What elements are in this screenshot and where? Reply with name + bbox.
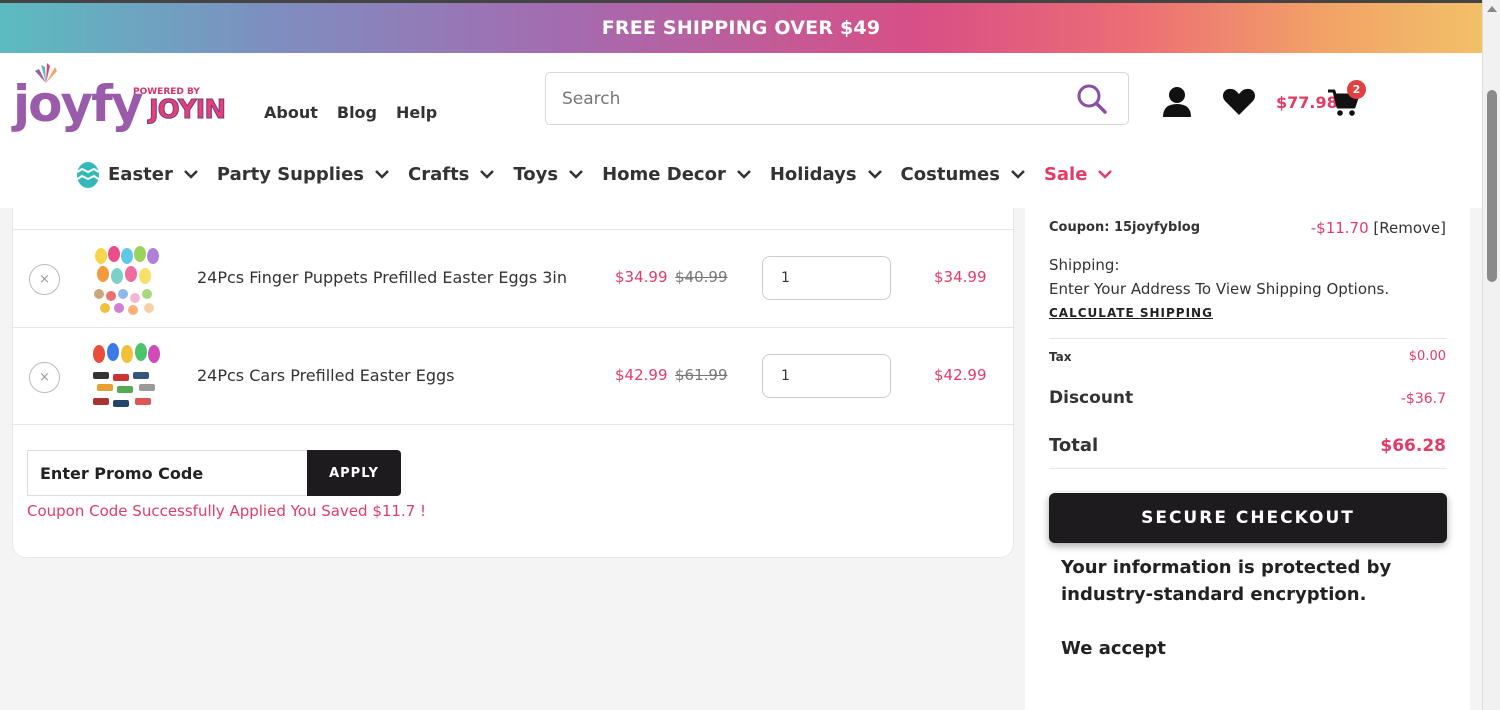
divider: [13, 424, 1013, 425]
page-scrollbar[interactable]: [1482, 0, 1500, 710]
nav-label-easter: Easter: [108, 163, 173, 185]
shipping-label: Shipping:: [1049, 256, 1120, 274]
chevron-down-icon: [1098, 170, 1113, 179]
product-original-price: $40.99: [675, 268, 728, 286]
secure-checkout-button[interactable]: SECURE CHECKOUT: [1049, 493, 1447, 543]
product-original-price: $61.99: [675, 366, 728, 384]
top-links: About Blog Help: [264, 103, 437, 122]
nav-label-party-supplies: Party Supplies: [216, 163, 365, 185]
promo-code-input[interactable]: [27, 450, 307, 496]
chevron-down-icon: [1011, 170, 1025, 179]
wishlist-heart-icon[interactable]: [1222, 88, 1256, 116]
nav-item-toys[interactable]: Toys: [513, 164, 584, 185]
chevron-down-icon: [183, 170, 198, 179]
coupon-amount: -$11.70: [1310, 219, 1369, 237]
search-icon[interactable]: [1076, 83, 1108, 115]
easter-egg-icon: [76, 162, 100, 188]
tax-label: Tax: [1049, 350, 1072, 364]
cart-items-card: × 24Pcs Finger Puppets Prefilled Easter …: [12, 208, 1014, 558]
scrollbar-thumb[interactable]: [1487, 90, 1497, 282]
logo-wordmark: joyfy: [13, 75, 143, 133]
coupon-value: -$11.70 [Remove]: [1311, 219, 1446, 237]
search-input[interactable]: [562, 86, 1062, 112]
nav-item-costumes[interactable]: Costumes: [901, 164, 1026, 185]
link-about[interactable]: About: [264, 103, 318, 122]
site-header: joyfy POWERED BY JOYIN About Blog Help $…: [0, 53, 1482, 208]
security-note: Your information is protected by industr…: [1061, 557, 1392, 605]
nav-label-crafts: Crafts: [408, 163, 470, 185]
nav-item-sale[interactable]: Sale: [1044, 164, 1114, 185]
discount-label: Discount: [1049, 388, 1134, 408]
free-shipping-banner: FREE SHIPPING OVER $49: [0, 0, 1482, 53]
product-name[interactable]: 24Pcs Finger Puppets Prefilled Easter Eg…: [197, 268, 567, 287]
chevron-down-icon: [375, 170, 389, 179]
logo-joyin: JOYIN: [148, 95, 226, 126]
quantity-input[interactable]: [762, 256, 891, 300]
joyfy-logo[interactable]: joyfy POWERED BY JOYIN: [13, 63, 233, 133]
cart-row: × 24Pcs Finger Puppets Prefilled Easter …: [13, 229, 1013, 327]
chevron-down-icon: [569, 170, 583, 179]
link-help[interactable]: Help: [396, 103, 437, 122]
nav-item-home-decor[interactable]: Home Decor: [602, 164, 752, 185]
user-account-icon[interactable]: [1162, 86, 1192, 118]
nav-item-easter[interactable]: Easter: [76, 159, 199, 189]
total-value: $66.28: [1380, 436, 1446, 456]
we-accept-label: We accept: [1061, 638, 1166, 659]
apply-promo-button[interactable]: APPLY: [307, 450, 401, 496]
calculate-shipping-link[interactable]: CALCULATE SHIPPING: [1049, 306, 1213, 320]
chevron-down-icon: [480, 170, 495, 179]
nav-item-holidays[interactable]: Holidays: [770, 164, 883, 185]
coupon-label: Coupon: 15joyfyblog: [1049, 220, 1201, 235]
promo-success-message: Coupon Code Successfully Applied You Sav…: [27, 502, 427, 520]
product-thumbnail-cars[interactable]: [89, 340, 163, 414]
divider: [1049, 468, 1447, 469]
tax-value: $0.00: [1408, 349, 1446, 364]
item-subtotal: $42.99: [934, 366, 987, 384]
main-navigation: Easter Party Supplies Crafts Toys Home D…: [76, 159, 1131, 189]
nav-item-crafts[interactable]: Crafts: [408, 164, 495, 185]
nav-label-sale: Sale: [1043, 163, 1088, 185]
nav-item-party-supplies[interactable]: Party Supplies: [217, 164, 390, 185]
nav-label-home-decor: Home Decor: [602, 163, 726, 185]
link-blog[interactable]: Blog: [337, 103, 377, 122]
chevron-down-icon: [736, 170, 751, 179]
scroll-up-arrow-icon[interactable]: [1487, 6, 1497, 12]
total-label: Total: [1049, 435, 1099, 456]
cart-row: × 24Pcs Cars Prefilled Easter Eggs $42.9…: [13, 327, 1013, 425]
discount-value: -$36.7: [1400, 391, 1446, 407]
nav-label-toys: Toys: [513, 163, 559, 185]
quantity-input[interactable]: [762, 354, 891, 398]
divider: [1049, 338, 1447, 339]
product-price: $34.99: [615, 268, 668, 286]
product-thumbnail-finger-puppets[interactable]: [89, 242, 163, 316]
remove-item-button[interactable]: ×: [29, 264, 60, 295]
shipping-note: Enter Your Address To View Shipping Opti…: [1049, 280, 1390, 298]
remove-item-button[interactable]: ×: [29, 362, 60, 393]
nav-label-costumes: Costumes: [900, 163, 1000, 185]
cart-count-badge: 2: [1347, 80, 1366, 99]
product-price: $42.99: [615, 366, 668, 384]
coupon-remove-link[interactable]: [Remove]: [1373, 219, 1446, 237]
banner-text: FREE SHIPPING OVER $49: [601, 17, 881, 39]
chevron-down-icon: [867, 170, 882, 179]
product-name[interactable]: 24Pcs Cars Prefilled Easter Eggs: [197, 366, 454, 385]
search-box: [545, 72, 1129, 125]
item-subtotal: $34.99: [934, 268, 987, 286]
nav-label-holidays: Holidays: [769, 163, 857, 185]
order-summary: Coupon: 15joyfyblog -$11.70 [Remove] Shi…: [1025, 208, 1470, 710]
